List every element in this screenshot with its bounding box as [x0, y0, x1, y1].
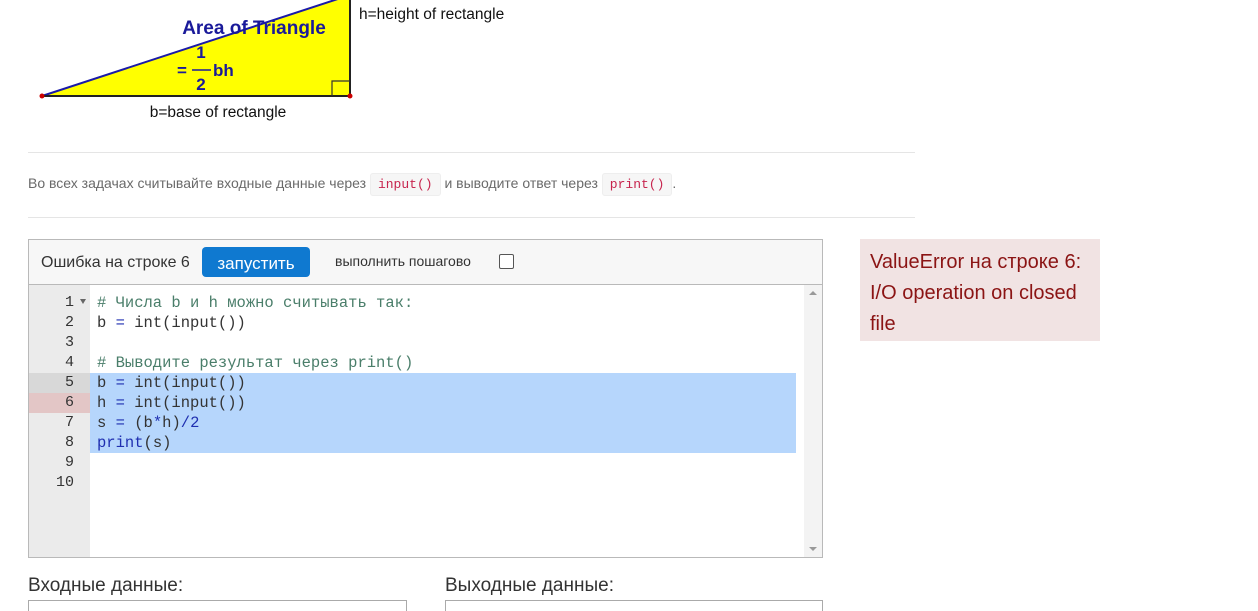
line-number: 5: [64, 374, 74, 391]
line-number: 6: [64, 394, 74, 411]
vertex-point: [39, 93, 45, 99]
code-line[interactable]: # Выводите результат через print(): [97, 353, 413, 373]
code-line[interactable]: s = (b*h)/2: [97, 413, 199, 433]
error-message-box: ValueError на строке 6: I/O operation on…: [860, 239, 1100, 341]
code-line[interactable]: b = int(input()): [97, 313, 246, 333]
run-button[interactable]: запустить: [202, 247, 310, 277]
line-number: 10: [55, 474, 74, 491]
triangle-area-figure: Area of Triangle = 1 2 bh h=height of re…: [39, 0, 504, 121]
gutter-row: 6: [29, 393, 90, 413]
line-number: 1: [64, 294, 74, 311]
input-data-label: Входные данные:: [28, 575, 184, 596]
line-number: 2: [64, 314, 74, 331]
base-label: b=base of rectangle: [150, 104, 287, 121]
gutter-row: 5: [29, 373, 90, 393]
gutter-row: 3: [29, 333, 90, 353]
formula-denominator: 2: [196, 75, 205, 94]
instructions-text: .: [672, 175, 677, 191]
instructions: Во всех задачах считывайте входные данны…: [28, 173, 677, 196]
scroll-up-arrow-icon[interactable]: [809, 291, 817, 295]
code-editor-panel: Ошибка на строке 6 запустить выполнить п…: [28, 239, 823, 558]
line-number: 8: [64, 434, 74, 451]
line-number: 3: [64, 334, 74, 351]
formula-numerator: 1: [196, 43, 205, 62]
gutter-row: 1: [29, 293, 90, 313]
divider: [28, 152, 915, 153]
editor-scrollbar[interactable]: [804, 285, 822, 557]
vertex-point: [347, 93, 353, 99]
code-line[interactable]: b = int(input()): [97, 373, 246, 393]
gutter-row: 10: [29, 473, 90, 493]
gutter-row: 7: [29, 413, 90, 433]
formula-bh: bh: [213, 61, 234, 80]
editor-toolbar: Ошибка на строке 6 запустить выполнить п…: [29, 240, 822, 285]
error-line-label: Ошибка на строке 6: [41, 254, 190, 271]
step-by-step-checkbox[interactable]: [499, 254, 514, 269]
print-code-snippet: print(): [601, 173, 673, 196]
gutter-row: 2: [29, 313, 90, 333]
code-line[interactable]: print(s): [97, 433, 171, 453]
gutter-row: 4: [29, 353, 90, 373]
line-number: 4: [64, 354, 74, 371]
scroll-down-arrow-icon[interactable]: [809, 547, 817, 551]
fold-arrow-icon[interactable]: [80, 299, 86, 304]
line-number: 7: [64, 414, 74, 431]
step-by-step-label: выполнить пошагово: [335, 253, 471, 269]
formula-equals: =: [177, 61, 187, 80]
divider: [28, 217, 915, 218]
figure-title: Area of Triangle: [182, 18, 326, 39]
code-area[interactable]: # Числа b и h можно считывать так: b = in…: [90, 285, 804, 557]
line-number: 9: [64, 454, 74, 471]
output-data-label: Выходные данные:: [445, 575, 614, 596]
input-code-snippet: input(): [369, 173, 441, 196]
gutter-row: 9: [29, 453, 90, 473]
code-line[interactable]: # Числа b и h можно считывать так:: [97, 293, 413, 313]
instructions-text: и выводите ответ через: [444, 175, 598, 191]
line-number-gutter: 1 2 3 4 5 6 7 8 9 10: [29, 285, 90, 557]
height-label: h=height of rectangle: [359, 6, 504, 23]
code-line[interactable]: h = int(input()): [97, 393, 246, 413]
instructions-text: Во всех задачах считывайте входные данны…: [28, 175, 367, 191]
gutter-row: 8: [29, 433, 90, 453]
